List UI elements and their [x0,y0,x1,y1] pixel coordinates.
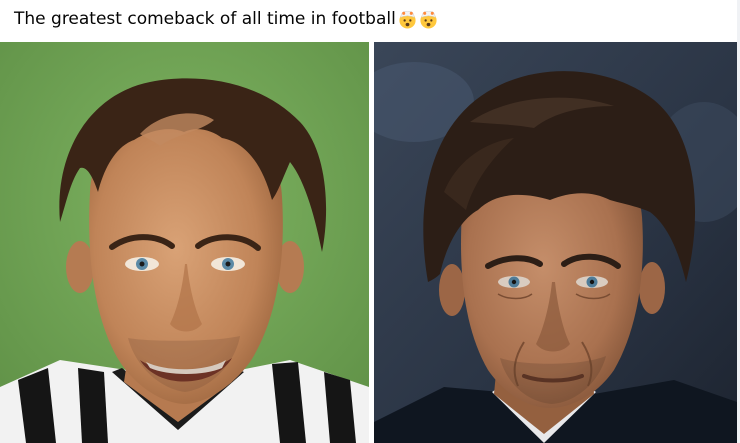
post-image[interactable] [0,42,737,443]
exploding-head-icon [419,10,438,29]
left-photo[interactable] [0,42,369,443]
post-caption: The greatest comeback of all time in foo… [14,4,438,34]
post-caption-text: The greatest comeback of all time in foo… [14,9,396,29]
exploding-head-icon [398,10,417,29]
right-photo[interactable] [374,42,737,443]
social-post: The greatest comeback of all time in foo… [0,0,740,443]
